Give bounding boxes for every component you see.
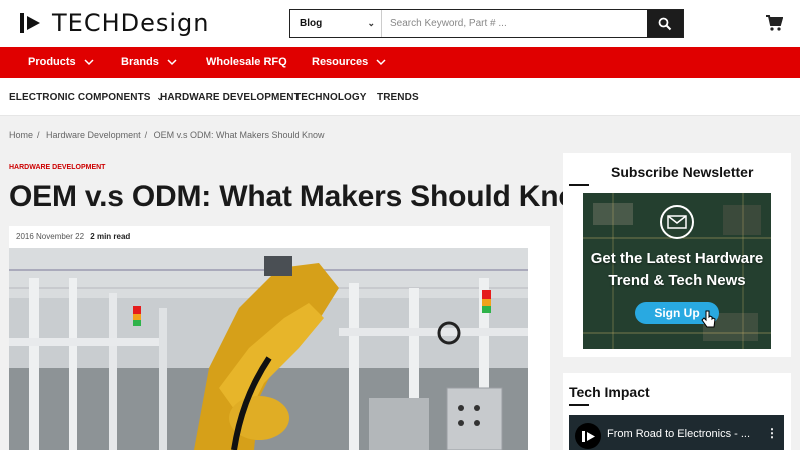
chevron-down-icon: ⌄ (367, 18, 375, 28)
newsletter-banner[interactable]: Get the Latest Hardware Trend & Tech New… (583, 193, 771, 349)
techdesign-logo-icon (20, 13, 40, 33)
nav-item-label: Brands (121, 56, 159, 68)
chevron-down-icon (167, 59, 177, 66)
section-divider (569, 404, 589, 406)
logo-text: TECHDesign (52, 9, 210, 37)
category-nav-item[interactable]: TECHNOLOGY (295, 92, 367, 103)
banner-line-2: Trend & Tech News (608, 272, 746, 289)
sign-up-label: Sign Up (654, 306, 700, 320)
site-logo[interactable]: TECHDesign (18, 9, 210, 37)
read-time: 2 min read (90, 232, 131, 241)
video-embed[interactable]: From Road to Electronics - ... ⋮ (569, 415, 784, 450)
article-category[interactable]: HARDWARE DEVELOPMENT (9, 164, 105, 171)
category-nav-label: ELECTRONIC COMPONENTS (9, 92, 151, 103)
hero-image (9, 248, 528, 450)
category-nav-item[interactable]: ELECTRONIC COMPONENTS ⌄ (9, 92, 163, 103)
section-divider (569, 184, 589, 186)
channel-avatar[interactable] (575, 423, 601, 449)
search-input[interactable] (382, 10, 647, 37)
article-meta: 2016 November 22 2 min read (16, 232, 130, 241)
article-body: 2016 November 22 2 min read (9, 226, 550, 450)
video-title[interactable]: From Road to Electronics - ... (607, 428, 750, 440)
breadcrumb: Home / Hardware Development / OEM v.s ODM:… (9, 130, 325, 140)
techdesign-logo-icon (582, 431, 595, 442)
nav-item-label: Products (28, 56, 76, 68)
search-scope-value: Blog (300, 18, 323, 29)
cart-icon[interactable] (765, 14, 783, 32)
category-nav: ELECTRONIC COMPONENTS ⌄ HARDWARE DEVELOP… (0, 78, 800, 116)
pointer-hand-icon (701, 310, 716, 328)
chevron-down-icon (84, 59, 94, 66)
nav-item-label: Resources (312, 56, 369, 68)
article-title: OEM v.s ODM: What Makers Should Know (9, 180, 600, 213)
nav-item-brands[interactable]: Brands (121, 56, 177, 68)
category-nav-item[interactable]: TRENDS (377, 92, 419, 103)
nav-item-resources[interactable]: Resources (312, 56, 386, 68)
search-bar: Blog ⌄ (289, 9, 684, 38)
tech-impact-widget: Tech Impact From Road to Electronics - .… (563, 373, 791, 450)
article-date: 2016 November 22 (16, 232, 85, 241)
nav-item-products[interactable]: Products (28, 56, 94, 68)
main-nav: Products Brands Wholesale RFQ Resources (0, 47, 800, 78)
more-options-icon[interactable]: ⋮ (766, 426, 778, 440)
nav-item-label: Wholesale RFQ (206, 56, 287, 68)
search-scope-select[interactable]: Blog ⌄ (290, 10, 382, 37)
breadcrumb-home[interactable]: Home (9, 130, 33, 140)
banner-line-1: Get the Latest Hardware (590, 250, 764, 267)
search-button[interactable] (647, 10, 683, 37)
newsletter-title: Subscribe Newsletter (611, 164, 754, 180)
tech-impact-title: Tech Impact (569, 384, 650, 400)
category-nav-item[interactable]: HARDWARE DEVELOPMENT (160, 92, 300, 103)
chevron-down-icon (376, 59, 386, 66)
newsletter-widget: Subscribe Newsletter Get the Latest Hard… (563, 153, 791, 357)
site-header: TECHDesign Blog ⌄ (0, 0, 800, 47)
nav-item-wholesale-rfq[interactable]: Wholesale RFQ (206, 56, 287, 68)
search-icon (658, 17, 672, 30)
newsletter-banner-text: Get the Latest Hardware Trend & Tech New… (583, 248, 771, 292)
breadcrumb-current: OEM v.s ODM: What Makers Should Know (153, 130, 325, 140)
breadcrumb-category[interactable]: Hardware Development (46, 130, 141, 140)
